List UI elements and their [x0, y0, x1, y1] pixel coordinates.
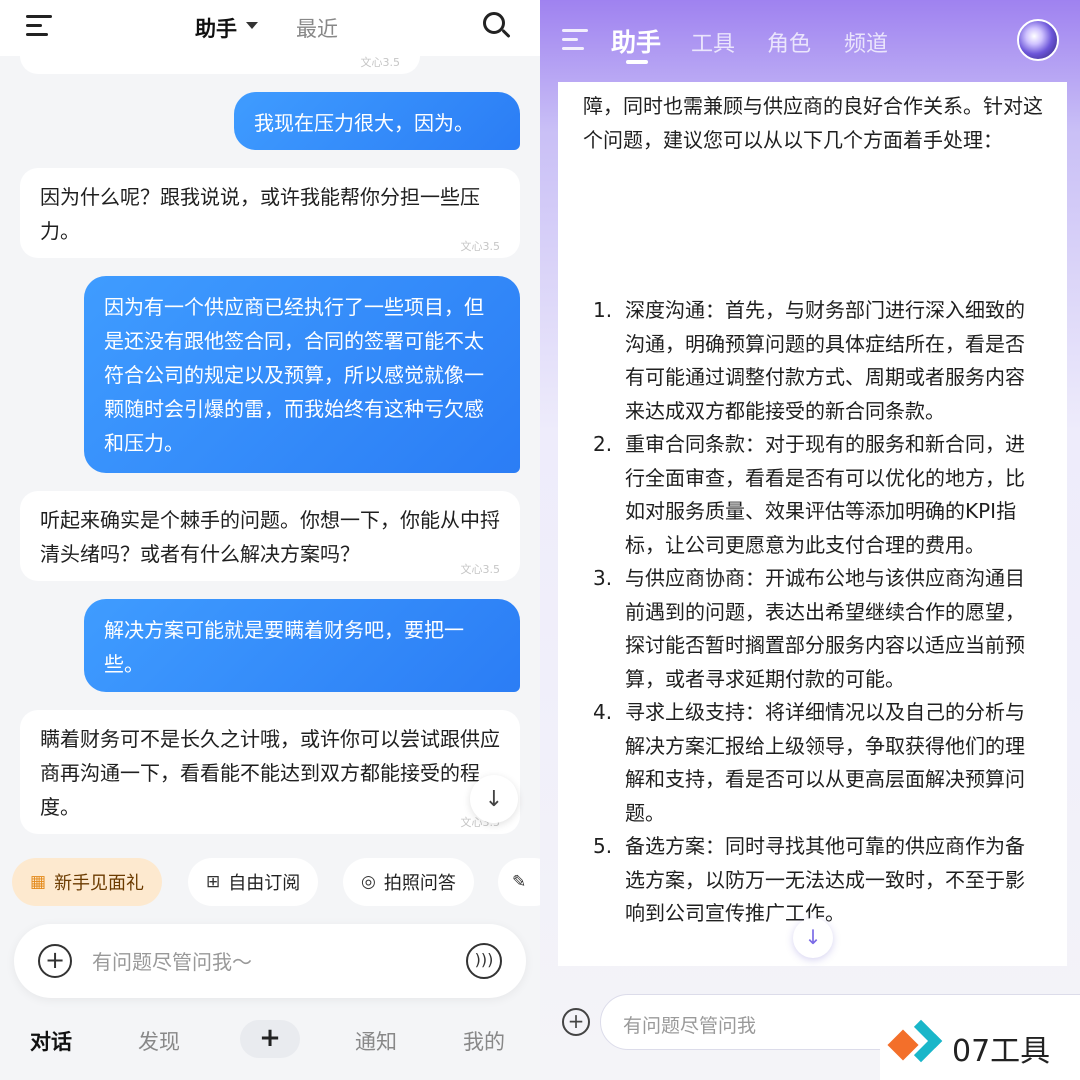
caret-down-icon[interactable]	[246, 22, 258, 29]
nav-discover[interactable]: 发现	[138, 1026, 180, 1056]
bot-message: 因为什么呢？跟我说说，或许我能帮你分担一些压力。 文心3.5	[20, 168, 520, 258]
list-item: 3. 与供应商协商：开诚布公地与该供应商沟通目前遇到的问题，表达出希望继续合作的愿…	[593, 562, 1043, 696]
tab-channels[interactable]: 频道	[844, 26, 888, 58]
item-text: 与供应商协商：开诚布公地与该供应商沟通目前遇到的问题，表达出希望继续合作的愿望，…	[625, 566, 1025, 691]
message-input-bar[interactable]: + 有问题尽管问我～ )))	[14, 924, 526, 998]
answer-list: 1. 深度沟通：首先，与财务部门进行深入细致的沟通，明确预算问题的具体症结所在，看…	[593, 294, 1043, 931]
menu-icon[interactable]	[562, 29, 588, 51]
nav-chat[interactable]: 对话	[30, 1026, 72, 1056]
message-text: 听起来确实是个棘手的问题。你想一下，你能从中捋清头绪吗？或者有什么解决方案吗？	[40, 508, 500, 566]
item-text: 寻求上级支持：将详细情况以及自己的分析与解决方案汇报给上级领导，争取获得他们的理…	[625, 700, 1025, 825]
item-text: 重审合同条款：对于现有的服务和新合同，进行全面审查，看看是否有可以优化的地方，比…	[625, 432, 1025, 557]
answer-intro: 障，同时也需兼顾与供应商的良好合作关系。针对这个问题，建议您可以从以下几个方面着…	[583, 94, 1043, 152]
nav-plus-button[interactable]: +	[240, 1020, 300, 1058]
item-number: 4.	[593, 700, 613, 724]
tab-underline	[626, 60, 648, 64]
menu-icon[interactable]	[26, 15, 52, 37]
bot-message: 听起来确实是个棘手的问题。你想一下，你能从中捋清头绪吗？或者有什么解决方案吗？ …	[20, 491, 520, 581]
item-text: 深度沟通：首先，与财务部门进行深入细致的沟通，明确预算问题的具体症结所在，看是否…	[625, 298, 1025, 423]
chip-newbie-gift[interactable]: ▦ 新手见面礼	[12, 858, 163, 906]
chip-label: 新手见面礼	[54, 873, 145, 894]
user-message: 我现在压力很大，因为。	[234, 92, 520, 150]
avatar[interactable]	[1017, 19, 1059, 61]
message-text: 我现在压力很大，因为。	[254, 111, 474, 135]
plus-circle-icon[interactable]: +	[38, 944, 72, 978]
tab-assistant[interactable]: 助手	[611, 23, 661, 59]
subscribe-icon: ⊞	[206, 872, 221, 892]
bot-message-partial: 文心3.5	[20, 40, 420, 74]
message-text: 解决方案可能就是要瞒着财务吧，要把一些。	[104, 618, 464, 676]
model-watermark: 文心3.5	[460, 240, 501, 253]
message-text: 因为有一个供应商已经执行了一些项目，但是还没有跟他签合同，合同的签署可能不太符合…	[104, 295, 484, 455]
user-message: 解决方案可能就是要瞒着财务吧，要把一些。	[84, 599, 520, 692]
site-logo-icon	[887, 1019, 943, 1068]
edit-icon: ✎	[512, 872, 527, 892]
right-chat-screen: 助手 工具 角色 频道 障，同时也需兼顾与供应商的良好合作关系。针对这个问题，建…	[540, 0, 1080, 1080]
search-icon[interactable]	[483, 12, 511, 40]
list-item: 2. 重审合同条款：对于现有的服务和新合同，进行全面审查，看看是否有可以优化的地方…	[593, 428, 1043, 562]
item-text: 备选方案：同时寻找其他可靠的供应商作为备选方案，以防万一无法达成一致时，不至于影…	[625, 834, 1025, 925]
chip-partial[interactable]: ✎	[498, 858, 540, 906]
user-message: 因为有一个供应商已经执行了一些项目，但是还没有跟他签合同，合同的签署可能不太符合…	[84, 276, 520, 473]
item-number: 5.	[593, 834, 613, 858]
model-watermark: 文心3.5	[460, 563, 501, 576]
input-placeholder[interactable]: 有问题尽管问我～	[92, 946, 252, 975]
list-item: 5. 备选方案：同时寻找其他可靠的供应商作为备选方案，以防万一无法达成一致时，不至…	[593, 830, 1043, 931]
quick-chips: ▦ 新手见面礼 ⊞ 自由订阅 ◎ 拍照问答 ✎	[0, 858, 540, 908]
site-watermark-logo: 07工具网	[880, 1008, 1080, 1080]
plus-circle-icon[interactable]: +	[562, 1008, 590, 1036]
nav-mine[interactable]: 我的	[463, 1026, 505, 1056]
camera-icon: ◎	[361, 872, 376, 892]
model-watermark: 文心3.5	[360, 56, 401, 69]
tab-recent[interactable]: 最近	[296, 13, 338, 43]
chip-photo-qa[interactable]: ◎ 拍照问答	[343, 858, 474, 906]
list-item: 1. 深度沟通：首先，与财务部门进行深入细致的沟通，明确预算问题的具体症结所在，看…	[593, 294, 1043, 428]
left-chat-screen: 助手 最近 文心3.5 我现在压力很大，因为。 因为什么呢？跟我说说，或许我能帮…	[0, 0, 540, 1080]
item-number: 1.	[593, 298, 613, 322]
nav-notify[interactable]: 通知	[355, 1026, 397, 1056]
answer-card: 障，同时也需兼顾与供应商的良好合作关系。针对这个问题，建议您可以从以下几个方面着…	[558, 82, 1067, 966]
input-placeholder[interactable]: 有问题尽管问我	[623, 1011, 756, 1038]
list-item: 4. 寻求上级支持：将详细情况以及自己的分析与解决方案汇报给上级领导，争取获得他们…	[593, 696, 1043, 830]
item-number: 2.	[593, 432, 613, 456]
chip-free-subscribe[interactable]: ⊞ 自由订阅	[188, 858, 319, 906]
bottom-nav: 对话 发现 + 通知 我的	[0, 1010, 540, 1070]
tab-roles[interactable]: 角色	[767, 26, 811, 58]
scroll-down-icon[interactable]: ↓	[470, 775, 518, 823]
voice-icon[interactable]: )))	[466, 943, 502, 979]
item-number: 3.	[593, 566, 613, 590]
scroll-down-icon[interactable]: ↓	[793, 918, 833, 958]
site-logo-text: 07工具网	[952, 1034, 1051, 1080]
message-text: 因为什么呢？跟我说说，或许我能帮你分担一些压力。	[40, 185, 480, 243]
tab-assistant[interactable]: 助手	[195, 13, 237, 43]
chip-label: 拍照问答	[383, 873, 456, 894]
tab-tools[interactable]: 工具	[691, 26, 735, 58]
message-text: 瞒着财务可不是长久之计哦，或许你可以尝试跟供应商再沟通一下，看看能不能达到双方都…	[40, 727, 500, 819]
gift-icon: ▦	[30, 872, 47, 892]
chip-label: 自由订阅	[228, 873, 301, 894]
bot-message: 瞒着财务可不是长久之计哦，或许你可以尝试跟供应商再沟通一下，看看能不能达到双方都…	[20, 710, 520, 834]
